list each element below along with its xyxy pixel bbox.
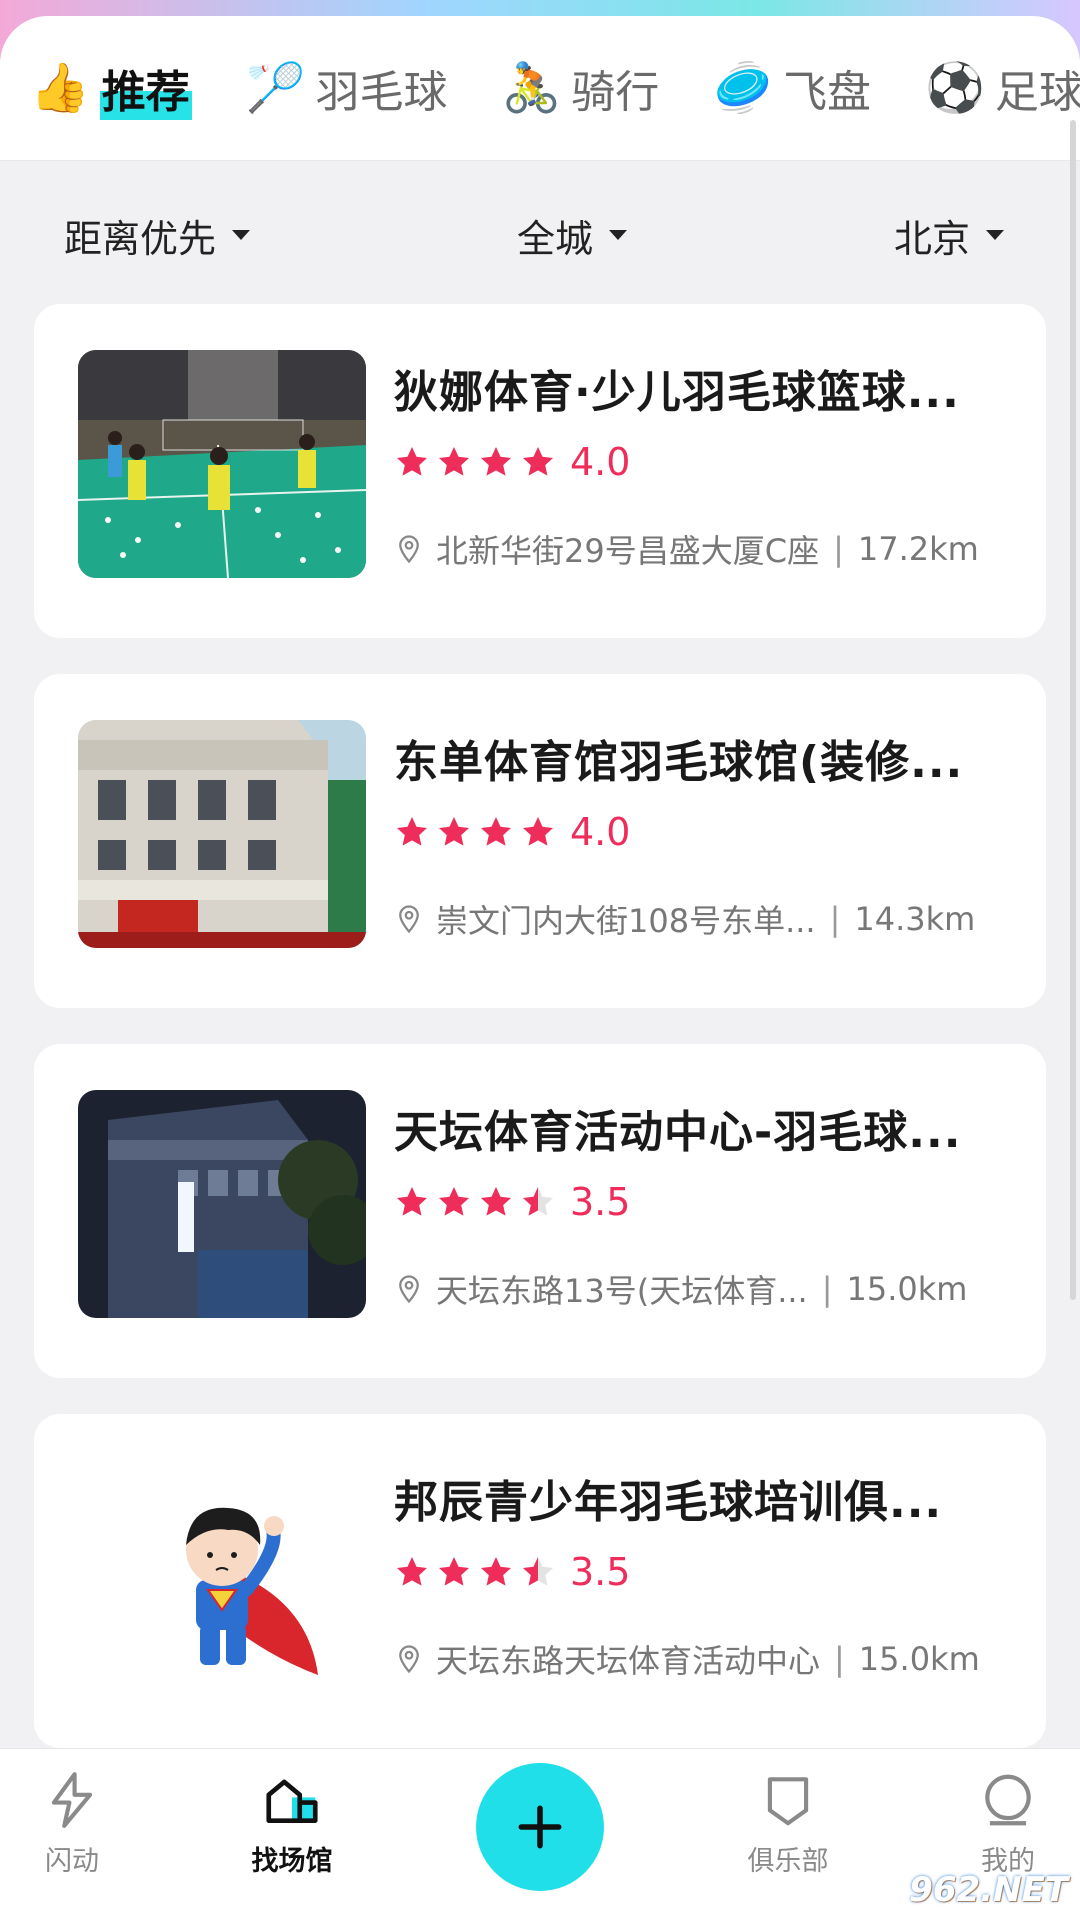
- soccer-ball-icon: ⚽: [925, 60, 985, 116]
- star-half-icon: [523, 1187, 553, 1216]
- separator: |: [834, 1640, 845, 1678]
- star-full-icon: [523, 817, 553, 846]
- star-full-icon: [397, 1557, 427, 1586]
- star-full-icon: [481, 447, 511, 476]
- venue-rating: 3.5: [394, 1180, 630, 1224]
- venue-name: 天坛体育活动中心-羽毛球...: [394, 1107, 962, 1158]
- thumbs-up-icon: 👍: [30, 60, 90, 116]
- nav-label: 找场馆: [251, 1846, 333, 1877]
- scrollbar[interactable]: [1070, 120, 1076, 1300]
- venue-address-row: 北新华街29号昌盛大厦C座 | 17.2km: [394, 526, 1014, 572]
- star-full-icon: [439, 1557, 469, 1586]
- star-full-icon: [439, 1187, 469, 1216]
- tab-label: 飞盘: [783, 67, 872, 118]
- star-full-icon: [439, 817, 469, 846]
- star-full-icon: [397, 447, 427, 476]
- nav-label: 闪动: [45, 1846, 99, 1877]
- star-full-icon: [481, 1187, 511, 1216]
- venue-house-icon: [266, 1779, 318, 1823]
- rating-value: 3.5: [570, 1550, 631, 1594]
- tab-frisbee[interactable]: 🥏 飞盘: [713, 56, 871, 120]
- venue-rating: 3.5: [394, 1550, 630, 1594]
- venue-name: 狄娜体育·少儿羽毛球篮球...: [394, 367, 960, 418]
- location-pin-icon: [399, 905, 419, 934]
- category-tab-bar: 👍 推荐 🏸 羽毛球 🚴 骑行 🥏 飞盘 ⚽ 足球: [0, 16, 1080, 161]
- rating-value: 4.0: [570, 810, 631, 854]
- frisbee-icon: 🥏: [713, 60, 774, 116]
- venue-card[interactable]: 邦辰青少年羽毛球培训俱... 3.5 天坛东路天坛体育活动中心 | 15.0km: [34, 1414, 1046, 1748]
- shield-icon: [767, 1777, 809, 1826]
- star-full-icon: [523, 447, 553, 476]
- location-pin-icon: [399, 535, 419, 564]
- city-dropdown[interactable]: 北京: [894, 208, 1004, 263]
- venue-name: 邦辰青少年羽毛球培训俱...: [394, 1477, 943, 1528]
- venue-address: 天坛东路天坛体育活动中心: [436, 1642, 821, 1680]
- cyclist-icon: 🚴: [501, 60, 562, 116]
- venue-distance: 15.0km: [846, 1270, 968, 1308]
- venue-card[interactable]: 天坛体育活动中心-羽毛球... 3.5 天坛东路13号(天坛体育... | 15…: [34, 1044, 1046, 1378]
- star-full-icon: [481, 817, 511, 846]
- separator: |: [829, 900, 841, 938]
- tab-label: 推荐: [99, 56, 192, 120]
- tab-recommend[interactable]: 👍 推荐: [30, 56, 192, 120]
- nav-label: 俱乐部: [747, 1846, 829, 1877]
- rating-value: 4.0: [570, 440, 631, 484]
- venue-address: 崇文门内大街108号东单...: [436, 902, 816, 940]
- badminton-icon: 🏸: [245, 60, 306, 116]
- venue-rating: 4.0: [394, 440, 630, 484]
- venue-card[interactable]: 狄娜体育·少儿羽毛球篮球... 4.0 北新华街29号昌盛大厦C座 | 17.2…: [34, 304, 1046, 638]
- tab-label: 羽毛球: [315, 67, 448, 118]
- tab-football[interactable]: ⚽ 足球: [925, 56, 1080, 120]
- sort-dropdown[interactable]: 距离优先: [64, 208, 251, 263]
- plus-icon: [518, 1805, 562, 1849]
- venue-rating: 4.0: [394, 810, 630, 854]
- sort-label: 距离优先: [64, 216, 217, 261]
- caret-down-icon: [985, 230, 1004, 240]
- separator: |: [821, 1270, 833, 1308]
- watermark-logo: 962.NET: [909, 1870, 1068, 1910]
- separator: |: [833, 530, 844, 568]
- bottom-navigation: 闪动 找场馆 俱乐部 我的 962.NET: [0, 1748, 1080, 1920]
- area-dropdown[interactable]: 全城: [517, 208, 627, 263]
- rating-value: 3.5: [570, 1180, 631, 1224]
- star-full-icon: [439, 447, 469, 476]
- venue-distance: 17.2km: [857, 530, 979, 568]
- profile-circle-icon: [985, 1774, 1031, 1826]
- nav-mine[interactable]: 我的: [938, 1769, 1078, 1878]
- star-half-icon: [523, 1557, 553, 1586]
- nav-venues[interactable]: 找场馆: [222, 1769, 362, 1878]
- star-full-icon: [397, 1187, 427, 1216]
- tab-badminton[interactable]: 🏸 羽毛球: [246, 56, 448, 120]
- location-pin-icon: [399, 1645, 419, 1674]
- area-label: 全城: [516, 216, 593, 261]
- venue-address-row: 天坛东路天坛体育活动中心 | 15.0km: [394, 1636, 1014, 1682]
- caret-down-icon: [609, 230, 627, 240]
- venue-card[interactable]: 东单体育馆羽毛球馆(装修... 4.0 崇文门内大街108号东单... | 14…: [34, 674, 1046, 1008]
- venue-address: 北新华街29号昌盛大厦C座: [436, 532, 820, 570]
- venue-photo: [78, 350, 366, 578]
- location-pin-icon: [399, 1275, 419, 1304]
- tab-cycling[interactable]: 🚴 骑行: [502, 56, 660, 120]
- star-full-icon: [481, 1557, 511, 1586]
- lightning-icon: [51, 1772, 93, 1828]
- venue-distance: 15.0km: [858, 1640, 980, 1678]
- venue-address-row: 天坛东路13号(天坛体育... | 15.0km: [394, 1266, 1014, 1312]
- nav-flash[interactable]: 闪动: [2, 1769, 142, 1878]
- venue-distance: 14.3km: [854, 900, 976, 938]
- filter-bar: 距离优先 全城 北京: [0, 200, 1080, 270]
- venue-address: 天坛东路13号(天坛体育...: [436, 1272, 808, 1310]
- star-full-icon: [397, 817, 427, 846]
- venue-logo: [78, 1460, 366, 1688]
- venue-photo: [78, 1090, 366, 1318]
- tab-label: 足球: [994, 67, 1080, 118]
- caret-down-icon: [232, 230, 251, 240]
- venue-photo: [78, 720, 366, 948]
- venue-name: 东单体育馆羽毛球馆(装修...: [394, 737, 964, 788]
- nav-club[interactable]: 俱乐部: [718, 1769, 858, 1878]
- city-label: 北京: [893, 216, 970, 261]
- tab-label: 骑行: [571, 67, 660, 118]
- venue-address-row: 崇文门内大街108号东单... | 14.3km: [394, 896, 1014, 942]
- create-plus-button[interactable]: [476, 1763, 604, 1891]
